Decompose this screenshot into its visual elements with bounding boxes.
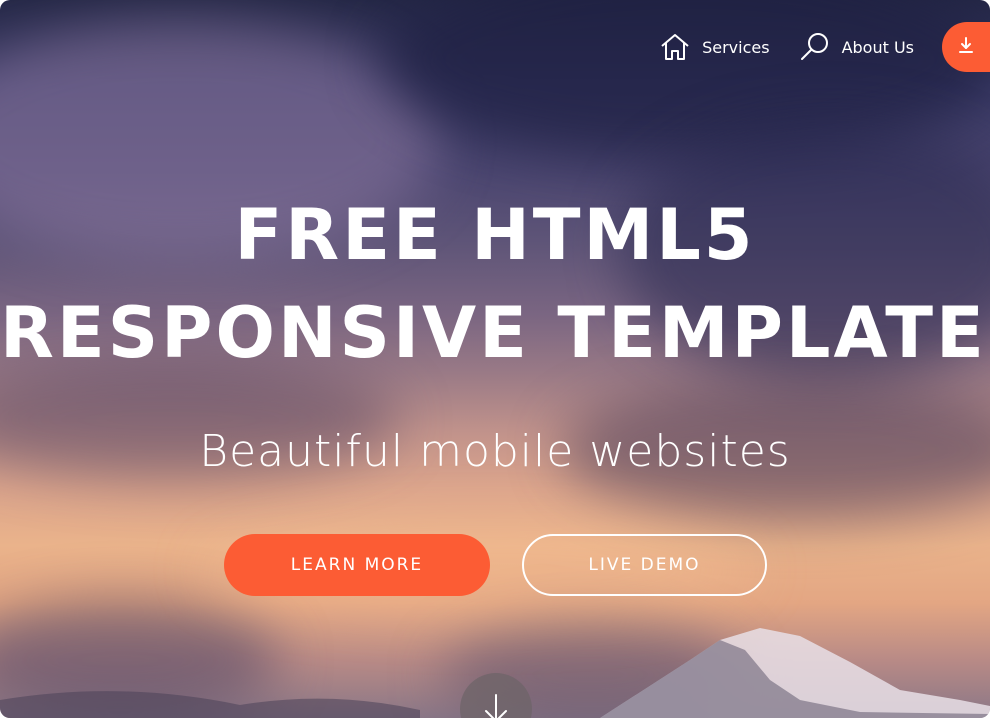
hero-section: Services About Us FREE HTML5 RESPONSIVE … xyxy=(0,0,990,718)
download-icon xyxy=(956,35,976,60)
nav-item-label: About Us xyxy=(841,37,914,57)
nav-item-services[interactable]: Services xyxy=(658,30,770,64)
cloud-background xyxy=(0,600,280,718)
top-nav: Services About Us xyxy=(658,22,990,72)
hero-title-line1: FREE HTML5 xyxy=(234,194,756,276)
download-button[interactable] xyxy=(942,22,990,72)
learn-more-button[interactable]: LEARN MORE xyxy=(224,534,490,596)
scroll-down-button[interactable] xyxy=(460,673,532,718)
home-icon xyxy=(658,30,692,64)
live-demo-button[interactable]: LIVE DEMO xyxy=(522,534,767,596)
search-icon xyxy=(798,30,832,64)
hero-title-line2: RESPONSIVE TEMPLATES xyxy=(0,292,990,374)
nav-item-about-us[interactable]: About Us xyxy=(798,30,914,64)
nav-item-label: Services xyxy=(702,37,770,57)
hero-subtitle: Beautiful mobile websites xyxy=(199,426,791,477)
arrow-down-icon xyxy=(478,691,514,718)
